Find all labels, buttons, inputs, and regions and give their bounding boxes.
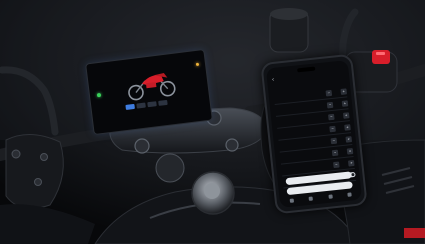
setting-value xyxy=(332,89,340,96)
app-tab-bar xyxy=(289,192,352,203)
increment-button[interactable]: + xyxy=(344,123,351,131)
smartphone: ‹ − + − + − + − + − + − + − + xyxy=(260,53,368,215)
tft-tab xyxy=(136,102,146,109)
setting-stepper: − + xyxy=(329,123,351,132)
bike-silhouette-icon xyxy=(128,73,176,101)
decrement-button[interactable]: − xyxy=(325,89,333,97)
setting-value xyxy=(335,112,343,119)
phone-screen: ‹ − + − + − + − + − + − + − + xyxy=(265,60,363,208)
switch-button-icon xyxy=(34,178,42,186)
decrement-button[interactable]: − xyxy=(332,161,340,168)
setting-stepper: − + xyxy=(327,111,350,120)
decrement-button[interactable]: − xyxy=(329,125,336,132)
setting-stepper: − + xyxy=(332,159,355,168)
switch-button-icon xyxy=(40,153,48,161)
kill-switch-highlight xyxy=(376,52,385,55)
increment-button[interactable]: + xyxy=(342,111,350,119)
setting-value xyxy=(334,101,342,108)
decrement-button[interactable]: − xyxy=(327,113,335,120)
decrement-button[interactable]: − xyxy=(330,137,338,144)
tab-bar-icon[interactable] xyxy=(308,196,314,201)
increment-button[interactable]: + xyxy=(341,99,349,107)
tft-dashboard-display xyxy=(85,48,213,136)
reservoir-cap xyxy=(270,8,308,20)
setting-stepper: − + xyxy=(326,99,349,108)
left-switchgear xyxy=(5,134,64,209)
tab-bar-icon[interactable] xyxy=(328,194,333,199)
fork-bolt xyxy=(225,138,239,152)
decrement-button[interactable]: − xyxy=(331,149,339,156)
increment-button[interactable]: + xyxy=(346,147,354,155)
steering-stem-nut xyxy=(155,153,185,183)
phone-screen-title xyxy=(267,70,349,79)
green-indicator-icon xyxy=(96,92,102,98)
setting-stepper: − + xyxy=(330,135,352,144)
tft-tab xyxy=(158,99,168,106)
back-chevron-icon[interactable]: ‹ xyxy=(272,77,275,83)
tft-tab xyxy=(125,103,135,110)
setting-value xyxy=(337,136,345,143)
increment-button[interactable]: + xyxy=(347,159,355,167)
amber-indicator-icon xyxy=(195,62,200,67)
motorcycle-cockpit-scene xyxy=(0,0,425,244)
setting-value xyxy=(339,148,347,155)
tab-bar-icon[interactable] xyxy=(289,198,295,203)
dynamic-island xyxy=(297,66,316,73)
tab-bar-icon[interactable] xyxy=(347,192,352,197)
red-fairing-accent xyxy=(404,228,425,238)
fork-bolt xyxy=(134,138,150,154)
setting-stepper: − + xyxy=(331,147,354,156)
setting-stepper: − + xyxy=(325,87,347,97)
switch-button-icon xyxy=(11,149,21,159)
decrement-button[interactable]: − xyxy=(326,101,334,108)
fuel-cap-center xyxy=(204,183,220,199)
increment-button[interactable]: + xyxy=(345,135,352,143)
setting-value xyxy=(336,124,344,131)
tft-tab-strip xyxy=(125,99,168,110)
setting-value xyxy=(340,160,348,167)
tft-tab xyxy=(147,101,157,108)
increment-button[interactable]: + xyxy=(340,87,347,95)
